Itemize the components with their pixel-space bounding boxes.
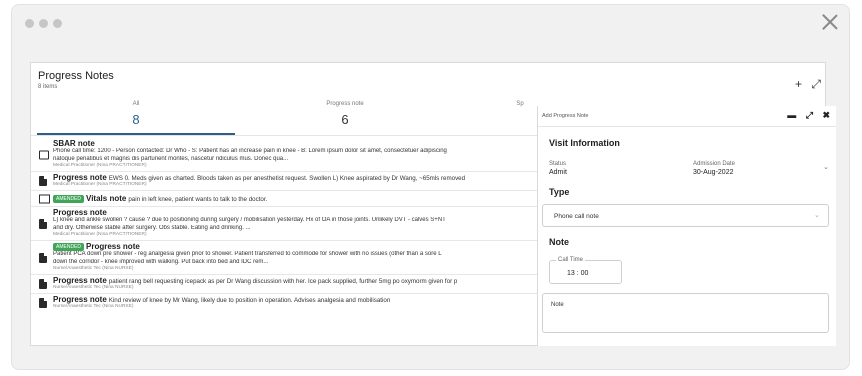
chevron-down-icon[interactable]: ⌄ (823, 163, 829, 171)
panel-toolbar: + ⤢ (789, 77, 821, 92)
window-dot-icon[interactable] (25, 19, 34, 28)
window-dot-icon[interactable] (53, 19, 62, 28)
call-time-label: Call Time (556, 257, 586, 263)
document-icon (39, 298, 47, 308)
note-summary: patient rang bell requesting icepack as … (108, 278, 458, 285)
note-summary: pain in left knee, patient wants to talk… (128, 196, 268, 203)
admission-date-value: 30-Aug-2022 (693, 169, 734, 176)
note-heading: Note (549, 237, 569, 247)
note-type: Progress note (53, 173, 107, 182)
side-panel-title: Add Progress Note (542, 113, 589, 119)
note-type: Vitals note (86, 194, 127, 203)
tab-progress-note[interactable]: Progress note 6 (245, 101, 445, 127)
phone-icon (39, 150, 49, 159)
note-textarea[interactable]: Note (542, 293, 829, 333)
minimize-icon[interactable]: ▬ (787, 110, 796, 120)
type-heading: Type (549, 187, 570, 197)
expand-icon[interactable]: ⤢ (811, 77, 821, 91)
document-icon (39, 252, 47, 263)
close-icon[interactable]: ✖ (822, 110, 830, 120)
title-bar (12, 5, 849, 41)
note-summary: Kind review of knee by Mr Wang, likely d… (108, 297, 391, 304)
note-type-select[interactable]: Phone call note ⌄ (542, 204, 829, 227)
side-panel-toolbar: ▬ ⤢ ✖ (780, 110, 830, 121)
document-icon (39, 279, 47, 289)
add-icon[interactable]: + (795, 77, 802, 91)
tab-label: All (132, 101, 140, 107)
chevron-down-icon: ⌄ (814, 212, 820, 219)
document-icon (39, 176, 47, 186)
panel-title: Progress Notes (38, 70, 114, 82)
note-type: SBAR note (53, 139, 95, 148)
note-field-label: Note (551, 302, 564, 308)
tab-count: 6 (341, 112, 349, 127)
note-type: Progress note (86, 242, 140, 251)
visit-information-heading: Visit Information (549, 138, 620, 148)
note-summary: EWS 0. Meds given as charted. Bloods tak… (108, 175, 466, 182)
chart-icon (39, 194, 50, 203)
document-icon (39, 218, 47, 229)
amended-badge: AMENDED (53, 243, 85, 251)
close-window-icon[interactable] (821, 13, 839, 31)
window-dot-icon[interactable] (39, 19, 48, 28)
add-progress-note-panel: Add Progress Note ▬ ⤢ ✖ Visit Informatio… (537, 106, 836, 346)
amended-badge: AMENDED (53, 195, 85, 203)
status-value: Admit (549, 169, 567, 176)
note-type: Progress note (53, 295, 107, 304)
call-time-field[interactable]: Call Time 13 : 00 (549, 257, 622, 284)
expand-icon[interactable]: ⤢ (806, 110, 813, 120)
side-panel-header: Add Progress Note ▬ ⤢ ✖ (538, 106, 836, 127)
admission-date-label: Admission Date (693, 161, 736, 167)
selected-note-type: Phone call note (554, 213, 599, 220)
note-type: Progress note (53, 276, 107, 285)
call-time-value: 13 : 00 (567, 270, 589, 277)
item-count: 8 items (38, 84, 58, 90)
status-label: Status (549, 161, 567, 167)
tab-count: 8 (132, 112, 140, 127)
note-type: Progress note (53, 208, 107, 217)
tab-label: Progress note (326, 101, 364, 107)
tab-all[interactable]: All 8 (36, 101, 236, 127)
